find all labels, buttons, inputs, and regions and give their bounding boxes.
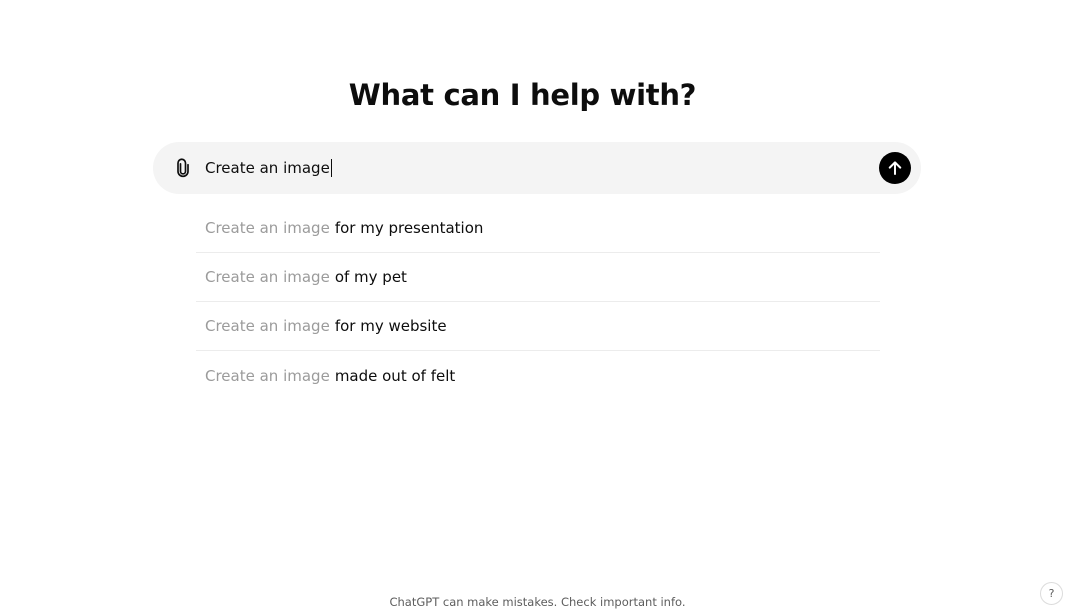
help-button-label: ? bbox=[1048, 587, 1055, 600]
disclaimer-note: ChatGPT can make mistakes. Check importa… bbox=[389, 595, 686, 609]
suggestion-item[interactable]: Create an image for my website bbox=[196, 302, 880, 351]
prompt-input-value: Create an image bbox=[205, 159, 330, 177]
suggestion-list: Create an image for my presentation Crea… bbox=[196, 204, 880, 400]
suggestion-prefix: Create an image bbox=[205, 219, 330, 237]
message-composer: Create an image bbox=[153, 142, 921, 194]
suggestion-prefix: Create an image bbox=[205, 317, 330, 335]
prompt-input[interactable]: Create an image bbox=[205, 157, 332, 179]
help-button[interactable]: ? bbox=[1040, 582, 1063, 605]
arrow-up-icon bbox=[888, 161, 902, 175]
suggestion-prefix: Create an image bbox=[205, 268, 330, 286]
suggestion-completion: for my presentation bbox=[334, 219, 484, 237]
page-heading: What can I help with? bbox=[348, 78, 697, 112]
text-caret bbox=[330, 159, 332, 177]
suggestion-item[interactable]: Create an image of my pet bbox=[196, 253, 880, 302]
chat-home: What can I help with? Create an image Cr… bbox=[0, 0, 1071, 614]
suggestion-prefix: Create an image bbox=[205, 366, 330, 385]
paperclip-icon bbox=[177, 158, 189, 178]
send-button[interactable] bbox=[879, 152, 911, 184]
suggestion-item[interactable]: Create an image for my presentation bbox=[196, 204, 880, 253]
suggestion-completion: of my pet bbox=[334, 268, 407, 286]
suggestion-completion: made out of felt bbox=[334, 366, 456, 385]
suggestion-item[interactable]: Create an image made out of felt bbox=[196, 351, 880, 400]
attach-file-button[interactable] bbox=[169, 154, 197, 182]
suggestion-completion: for my website bbox=[334, 317, 447, 335]
